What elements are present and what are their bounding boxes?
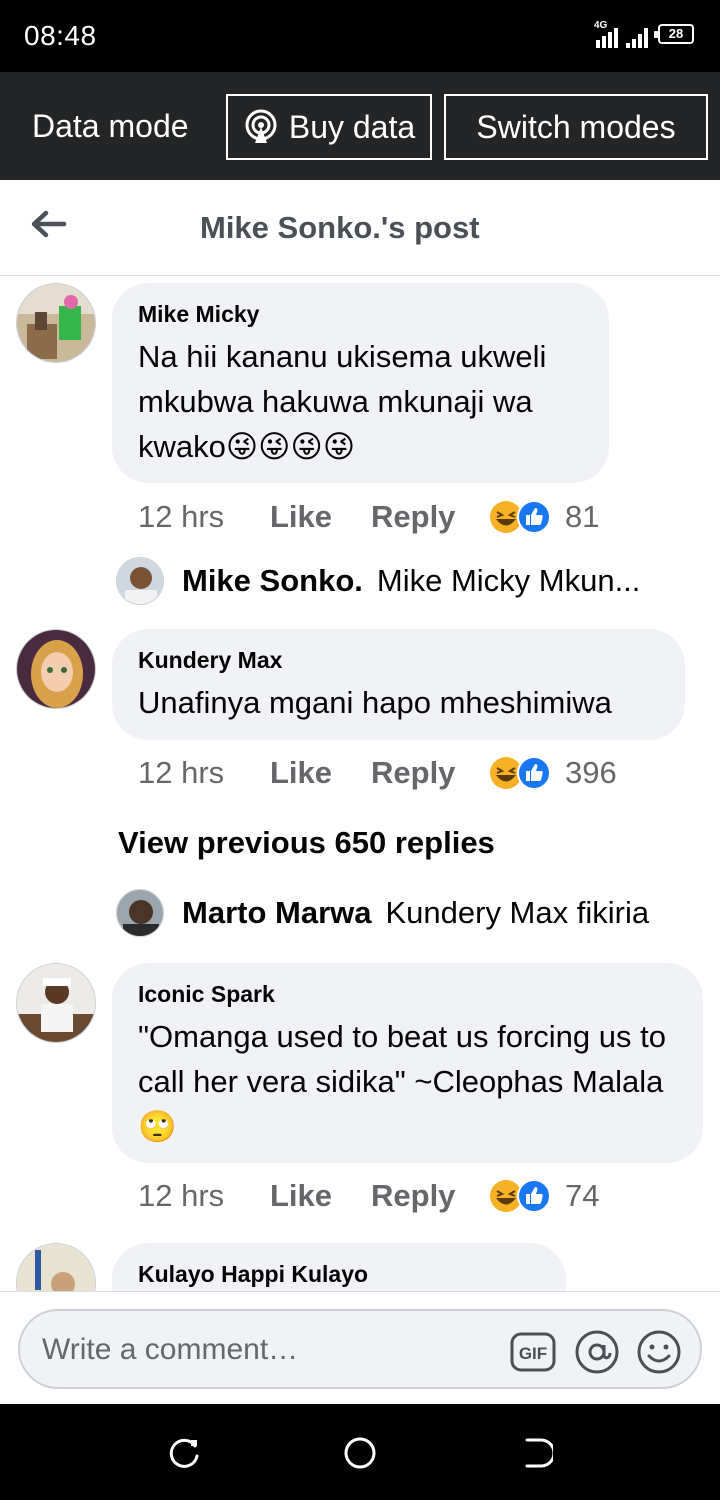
recents-icon[interactable]: [167, 1436, 201, 1470]
reaction-count[interactable]: 81: [565, 499, 599, 535]
broadcast-icon: [245, 109, 277, 143]
like-button[interactable]: Like: [270, 1178, 371, 1214]
back-arrow-icon[interactable]: [28, 204, 68, 244]
like-reaction-icon: [517, 756, 551, 790]
system-nav-bar: [0, 1404, 720, 1500]
reply-avatar[interactable]: [116, 557, 164, 605]
comment-bubble[interactable]: Mike Micky Na hii kananu ukisema ukweli …: [112, 283, 609, 483]
switch-modes-label: Switch modes: [476, 108, 676, 145]
status-bar: 08:48 4G 28: [0, 0, 720, 72]
like-reaction-icon: [517, 500, 551, 534]
reply-button[interactable]: Reply: [371, 755, 489, 791]
reaction-icons[interactable]: [489, 1179, 551, 1213]
comment-actions: 12 hrs Like Reply 74: [138, 1178, 599, 1214]
comment-actions: 12 hrs Like Reply 81: [138, 499, 599, 535]
reply-button[interactable]: Reply: [371, 1178, 489, 1214]
comment-time: 12 hrs: [138, 499, 225, 534]
like-button[interactable]: Like: [270, 755, 371, 791]
reply-preview[interactable]: Mike Sonko. Mike Micky Mkun...: [182, 563, 640, 599]
comment-author[interactable]: Iconic Spark: [138, 981, 677, 1008]
network-type-label: 4G: [594, 20, 608, 31]
comment-author[interactable]: Mike Micky: [138, 301, 583, 328]
status-time: 08:48: [24, 20, 97, 51]
avatar[interactable]: [16, 283, 96, 363]
comment-bubble[interactable]: Iconic Spark "Omanga used to beat us for…: [112, 963, 703, 1163]
comment-author[interactable]: Kundery Max: [138, 647, 659, 674]
data-mode-bar: Data mode Buy data Switch modes: [0, 72, 720, 180]
view-previous-replies-link[interactable]: View previous 650 replies: [118, 825, 495, 861]
battery-icon: 28: [654, 24, 694, 44]
emoji-icon[interactable]: [636, 1329, 682, 1375]
reply-author[interactable]: Mike Sonko.: [182, 563, 363, 599]
comment-bubble[interactable]: Kundery Max Unafinya mgani hapo mheshimi…: [112, 629, 685, 740]
page-title: Mike Sonko.'s post: [200, 210, 480, 245]
buy-data-button[interactable]: Buy data: [226, 94, 432, 160]
comment-input[interactable]: Write a comment… GIF: [18, 1309, 702, 1389]
comment-time: 12 hrs: [138, 1178, 225, 1213]
buy-data-label: Buy data: [288, 108, 416, 145]
comment-text: "Omanga used to beat us forcing us to ca…: [138, 1019, 666, 1144]
reaction-icons[interactable]: [489, 500, 551, 534]
avatar[interactable]: [16, 1243, 96, 1291]
comments-feed[interactable]: Mike Micky Na hii kananu ukisema ukweli …: [0, 277, 720, 1291]
reaction-icons[interactable]: [489, 756, 551, 790]
home-icon[interactable]: [343, 1436, 377, 1470]
avatar[interactable]: [16, 963, 96, 1043]
back-icon[interactable]: [519, 1436, 553, 1470]
reply-author[interactable]: Marto Marwa: [182, 895, 371, 931]
comment-placeholder: Write a comment…: [42, 1333, 299, 1366]
reaction-count[interactable]: 396: [565, 755, 617, 791]
data-mode-label: Data mode: [32, 108, 189, 144]
comment-actions: 12 hrs Like Reply 396: [138, 755, 617, 791]
comment-text: Na hii kananu ukisema ukweli mkubwa haku…: [138, 339, 547, 464]
reply-text: Kundery Max fikiria: [385, 895, 650, 930]
reply-text: Mike Micky Mkun...: [376, 563, 641, 598]
reply-preview[interactable]: Marto Marwa Kundery Max fikiria: [182, 895, 649, 931]
wifi-signal-icon: [626, 22, 652, 48]
gif-icon[interactable]: GIF: [510, 1329, 556, 1375]
like-reaction-icon: [517, 1179, 551, 1213]
avatar[interactable]: [16, 629, 96, 709]
post-header: Mike Sonko.'s post: [0, 180, 720, 276]
switch-modes-button[interactable]: Switch modes: [444, 94, 708, 160]
svg-text:GIF: GIF: [519, 1344, 547, 1363]
reply-avatar[interactable]: [116, 889, 164, 937]
comment-time: 12 hrs: [138, 755, 225, 790]
mention-icon[interactable]: [574, 1329, 620, 1375]
comment-text: Unafinya mgani hapo mheshimiwa: [138, 685, 612, 720]
reaction-count[interactable]: 74: [565, 1178, 599, 1214]
comment-author[interactable]: Kulayo Happi Kulayo: [138, 1261, 540, 1288]
status-icons: 4G 28: [594, 18, 694, 48]
cellular-signal-icon: 4G: [594, 20, 620, 48]
reply-button[interactable]: Reply: [371, 499, 489, 535]
like-button[interactable]: Like: [270, 499, 371, 535]
comment-bubble[interactable]: Kulayo Happi Kulayo: [112, 1243, 566, 1291]
comment-composer: Write a comment… GIF: [0, 1291, 720, 1404]
